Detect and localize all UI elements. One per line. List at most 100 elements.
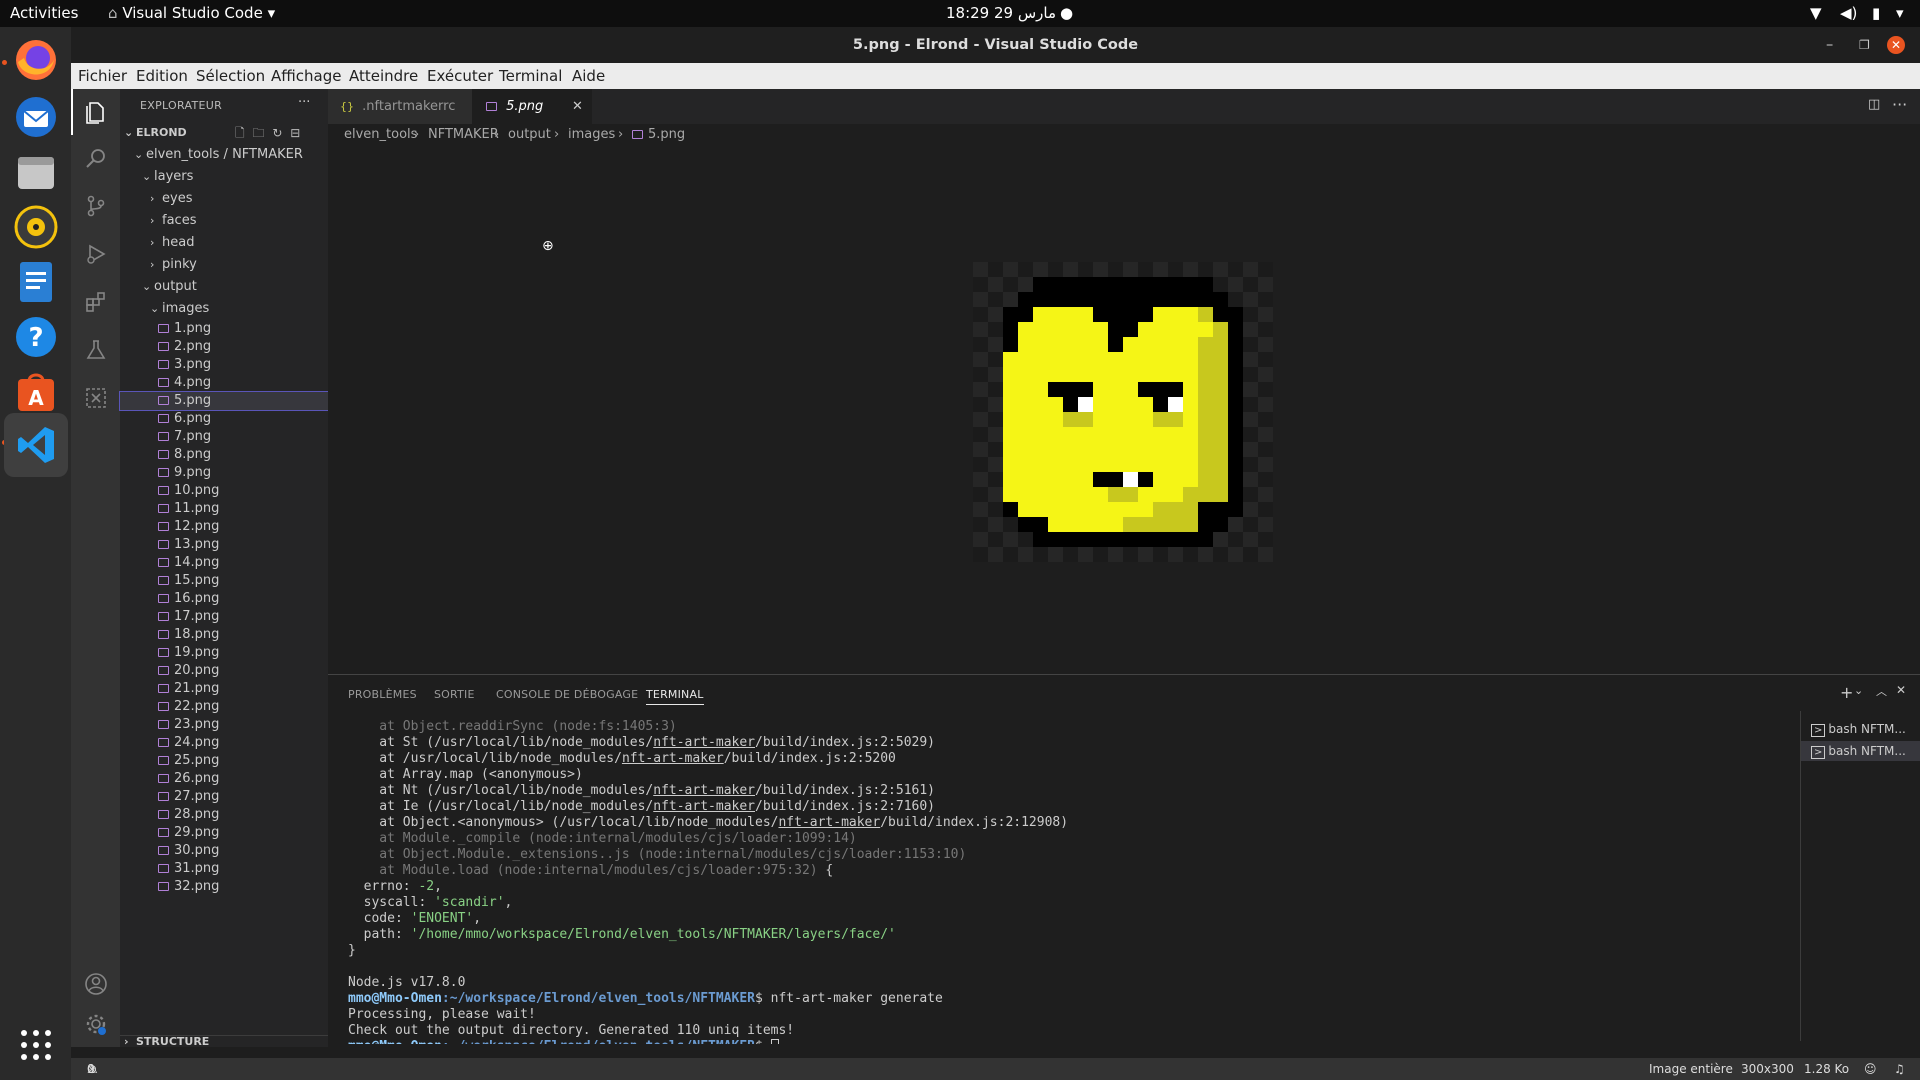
breadcrumb-item[interactable]: output <box>508 124 551 146</box>
file-item[interactable]: 31.png <box>120 860 328 878</box>
thunderbird-icon[interactable] <box>8 89 64 145</box>
file-item[interactable]: 17.png <box>120 608 328 626</box>
extensions-icon[interactable] <box>71 279 120 325</box>
folder-head[interactable]: › head <box>120 232 328 254</box>
rhythmbox-icon[interactable] <box>8 199 64 255</box>
file-item[interactable]: 20.png <box>120 662 328 680</box>
file-item[interactable]: 29.png <box>120 824 328 842</box>
clock[interactable]: 18:29 29 مارس <box>946 4 1056 23</box>
menu-terminal[interactable]: Terminal <box>499 66 562 86</box>
file-item[interactable]: 8.png <box>120 446 328 464</box>
notifications-bell-icon[interactable]: ♫ <box>1894 1058 1905 1080</box>
file-item[interactable]: 10.png <box>120 482 328 500</box>
maximize-panel-icon[interactable]: ︿ <box>1876 683 1887 699</box>
panel-tab-debug-console[interactable]: CONSOLE DE DÉBOGAGE <box>496 688 638 701</box>
file-item[interactable]: 27.png <box>120 788 328 806</box>
file-item[interactable]: 23.png <box>120 716 328 734</box>
file-item[interactable]: 7.png <box>120 428 328 446</box>
file-item[interactable]: 18.png <box>120 626 328 644</box>
tab-nftartmakerrc[interactable]: {} .nftartmakerrc <box>328 89 472 124</box>
panel-tab-terminal[interactable]: TERMINAL <box>646 688 704 705</box>
testing-icon[interactable] <box>71 327 120 373</box>
file-item[interactable]: 1.png <box>120 320 328 338</box>
structure-section[interactable]: › STRUCTURE <box>120 1035 328 1048</box>
menu-aide[interactable]: Aide <box>572 66 605 86</box>
terminal-prompt-line[interactable]: mmo@Mmo-Omen:~/workspace/Elrond/elven_to… <box>348 1039 1778 1044</box>
file-item[interactable]: 19.png <box>120 644 328 662</box>
new-file-icon[interactable]: 🗋 <box>235 126 245 140</box>
panel-tab-problems[interactable]: PROBLÈMES <box>348 688 417 701</box>
volume-icon[interactable]: ◀) <box>1840 4 1857 23</box>
app-store-icon[interactable]: A <box>8 364 64 420</box>
folder-elven-tools-nftmaker[interactable]: ⌄ elven_tools / NFTMAKER <box>120 144 328 166</box>
menu-selection[interactable]: Sélection <box>196 66 265 86</box>
manage-gear-icon[interactable] <box>71 1001 120 1047</box>
file-item[interactable]: 28.png <box>120 806 328 824</box>
file-item[interactable]: 25.png <box>120 752 328 770</box>
help-icon[interactable]: ? <box>8 309 64 365</box>
workspace-root[interactable]: ⌄ ELROND 🗋 🗀 ↻ ⊟ <box>120 122 328 144</box>
vscode-icon[interactable] <box>4 413 68 477</box>
activities-button[interactable]: Activities <box>10 4 78 23</box>
menu-affichage[interactable]: Affichage <box>271 66 341 86</box>
menu-edition[interactable]: Edition <box>136 66 188 86</box>
editor-more-actions-icon[interactable]: ··· <box>1892 95 1907 114</box>
close-tab-icon[interactable]: ✕ <box>572 89 583 124</box>
breadcrumb-item[interactable]: elven_tools <box>344 124 417 146</box>
new-folder-icon[interactable]: 🗀 <box>252 126 264 140</box>
more-actions-icon[interactable]: ··· <box>298 95 310 110</box>
breadcrumb-file[interactable]: 5.png <box>632 124 685 146</box>
run-debug-icon[interactable] <box>71 231 120 277</box>
close-panel-icon[interactable]: ✕ <box>1896 683 1906 697</box>
folder-images[interactable]: ⌄ images <box>120 298 328 320</box>
file-item[interactable]: 3.png <box>120 356 328 374</box>
file-item[interactable]: 14.png <box>120 554 328 572</box>
file-item[interactable]: 30.png <box>120 842 328 860</box>
menu-fichier[interactable]: Fichier <box>78 66 127 86</box>
terminal-output[interactable]: at Object.readdirSync (node:fs:1405:3) a… <box>348 719 1778 1044</box>
wifi-icon[interactable]: ▼ <box>1810 4 1822 23</box>
minimize-button[interactable]: – <box>1826 27 1833 63</box>
search-icon[interactable] <box>71 135 120 181</box>
file-item[interactable]: 11.png <box>120 500 328 518</box>
feedback-icon[interactable]: ☺ <box>1864 1058 1877 1080</box>
new-terminal-icon[interactable]: + <box>1840 683 1853 702</box>
terminal-instance-2[interactable]: > bash NFTM... <box>1801 741 1920 761</box>
file-item[interactable]: 13.png <box>120 536 328 554</box>
image-preview-editor[interactable]: ⊕ <box>328 146 1920 674</box>
folder-pinky[interactable]: › pinky <box>120 254 328 276</box>
app-menu[interactable]: ⌂ Visual Studio Code ▾ <box>108 4 275 23</box>
image-zoom-mode[interactable]: Image entière <box>1649 1058 1733 1080</box>
battery-icon[interactable]: ▮ <box>1872 4 1880 23</box>
file-item[interactable]: 12.png <box>120 518 328 536</box>
breadcrumb-item[interactable]: NFTMAKER <box>428 124 499 146</box>
libreoffice-writer-icon[interactable] <box>8 254 64 310</box>
maximize-button[interactable]: ❐ <box>1859 27 1870 63</box>
menu-executer[interactable]: Exécuter <box>427 66 493 86</box>
file-item[interactable]: 4.png <box>120 374 328 392</box>
folder-output[interactable]: ⌄ output <box>120 276 328 298</box>
close-window-button[interactable]: ✕ <box>1887 36 1905 54</box>
file-item[interactable]: 5.png <box>119 391 329 411</box>
refresh-icon[interactable]: ↻ <box>272 126 282 140</box>
terminal-instance-1[interactable]: > bash NFTM... <box>1801 719 1920 739</box>
files-icon[interactable] <box>8 144 64 200</box>
menu-atteindre[interactable]: Atteindre <box>349 66 418 86</box>
breadcrumb-item[interactable]: images <box>568 124 615 146</box>
folder-eyes[interactable]: › eyes <box>120 188 328 210</box>
file-item[interactable]: 24.png <box>120 734 328 752</box>
file-item[interactable]: 32.png <box>120 878 328 896</box>
split-editor-icon[interactable]: ◫ <box>1868 97 1880 112</box>
tab-5png[interactable]: 5.png ✕ <box>472 89 592 124</box>
remote-explorer-icon[interactable] <box>71 375 120 421</box>
file-item[interactable]: 16.png <box>120 590 328 608</box>
folder-layers[interactable]: ⌄ layers <box>120 166 328 188</box>
file-item[interactable]: 6.png <box>120 410 328 428</box>
file-item[interactable]: 9.png <box>120 464 328 482</box>
system-menu-caret-icon[interactable]: ▾ <box>1896 4 1904 23</box>
folder-faces[interactable]: › faces <box>120 210 328 232</box>
file-item[interactable]: 26.png <box>120 770 328 788</box>
file-item[interactable]: 21.png <box>120 680 328 698</box>
explorer-icon[interactable] <box>71 89 120 135</box>
show-apps-grid-icon[interactable] <box>8 1017 64 1073</box>
